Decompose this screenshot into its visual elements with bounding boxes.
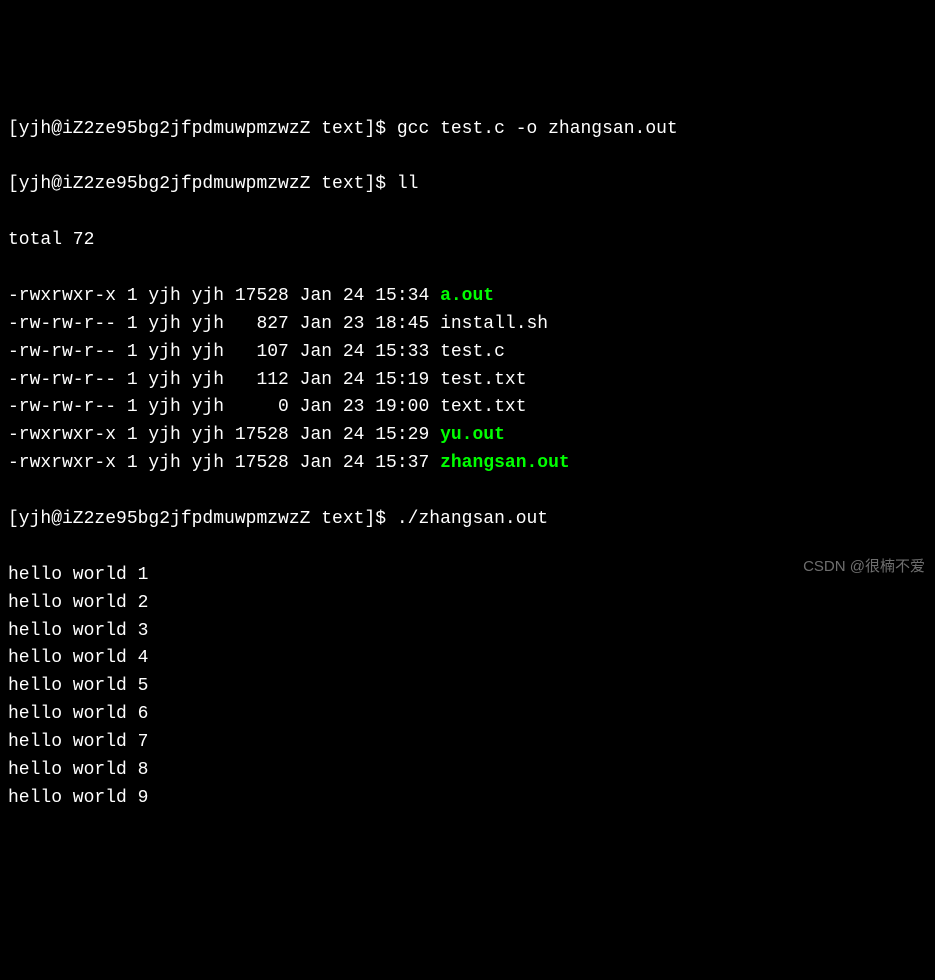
file-row: -rwxrwxr-x 1 yjh yjh 17528 Jan 24 15:29 … <box>8 422 927 450</box>
file-name: test.c <box>440 342 505 362</box>
file-name: text.txt <box>440 397 526 417</box>
prompt-prefix: [yjh@iZ2ze95bg2jfpdmuwpmzwzZ text]$ <box>8 509 397 529</box>
command-text: gcc test.c -o zhangsan.out <box>397 119 678 139</box>
file-row: -rw-rw-r-- 1 yjh yjh 107 Jan 24 15:33 te… <box>8 339 927 367</box>
output-line: hello world 2 <box>8 590 927 618</box>
output-line: hello world 5 <box>8 673 927 701</box>
watermark: CSDN @很楠不爱 <box>803 555 925 578</box>
prompt-prefix: [yjh@iZ2ze95bg2jfpdmuwpmzwzZ text]$ <box>8 119 397 139</box>
file-name: test.txt <box>440 370 526 390</box>
output-line: hello world 4 <box>8 645 927 673</box>
file-row: -rwxrwxr-x 1 yjh yjh 17528 Jan 24 15:34 … <box>8 283 927 311</box>
file-name: zhangsan.out <box>440 453 570 473</box>
output-line: hello world 6 <box>8 701 927 729</box>
output-line: hello world 8 <box>8 757 927 785</box>
output-line: hello world 1 <box>8 562 927 590</box>
output-line: hello world 3 <box>8 618 927 646</box>
file-name: a.out <box>440 286 494 306</box>
program-output: hello world 1hello world 2hello world 3h… <box>8 562 927 813</box>
file-row: -rw-rw-r-- 1 yjh yjh 112 Jan 24 15:19 te… <box>8 367 927 395</box>
command-text: ./zhangsan.out <box>397 509 548 529</box>
prompt-line-1[interactable]: [yjh@iZ2ze95bg2jfpdmuwpmzwzZ text]$ gcc … <box>8 116 927 144</box>
prompt-prefix: [yjh@iZ2ze95bg2jfpdmuwpmzwzZ text]$ <box>8 174 397 194</box>
total-line: total 72 <box>8 227 927 255</box>
command-text: ll <box>397 174 419 194</box>
file-row: -rwxrwxr-x 1 yjh yjh 17528 Jan 24 15:37 … <box>8 450 927 478</box>
prompt-line-3[interactable]: [yjh@iZ2ze95bg2jfpdmuwpmzwzZ text]$ ./zh… <box>8 506 927 534</box>
output-line: hello world 7 <box>8 729 927 757</box>
file-listing: -rwxrwxr-x 1 yjh yjh 17528 Jan 24 15:34 … <box>8 283 927 478</box>
file-name: yu.out <box>440 425 505 445</box>
file-row: -rw-rw-r-- 1 yjh yjh 827 Jan 23 18:45 in… <box>8 311 927 339</box>
file-name: install.sh <box>440 314 548 334</box>
file-row: -rw-rw-r-- 1 yjh yjh 0 Jan 23 19:00 text… <box>8 394 927 422</box>
prompt-line-2[interactable]: [yjh@iZ2ze95bg2jfpdmuwpmzwzZ text]$ ll <box>8 171 927 199</box>
output-line: hello world 9 <box>8 785 927 813</box>
